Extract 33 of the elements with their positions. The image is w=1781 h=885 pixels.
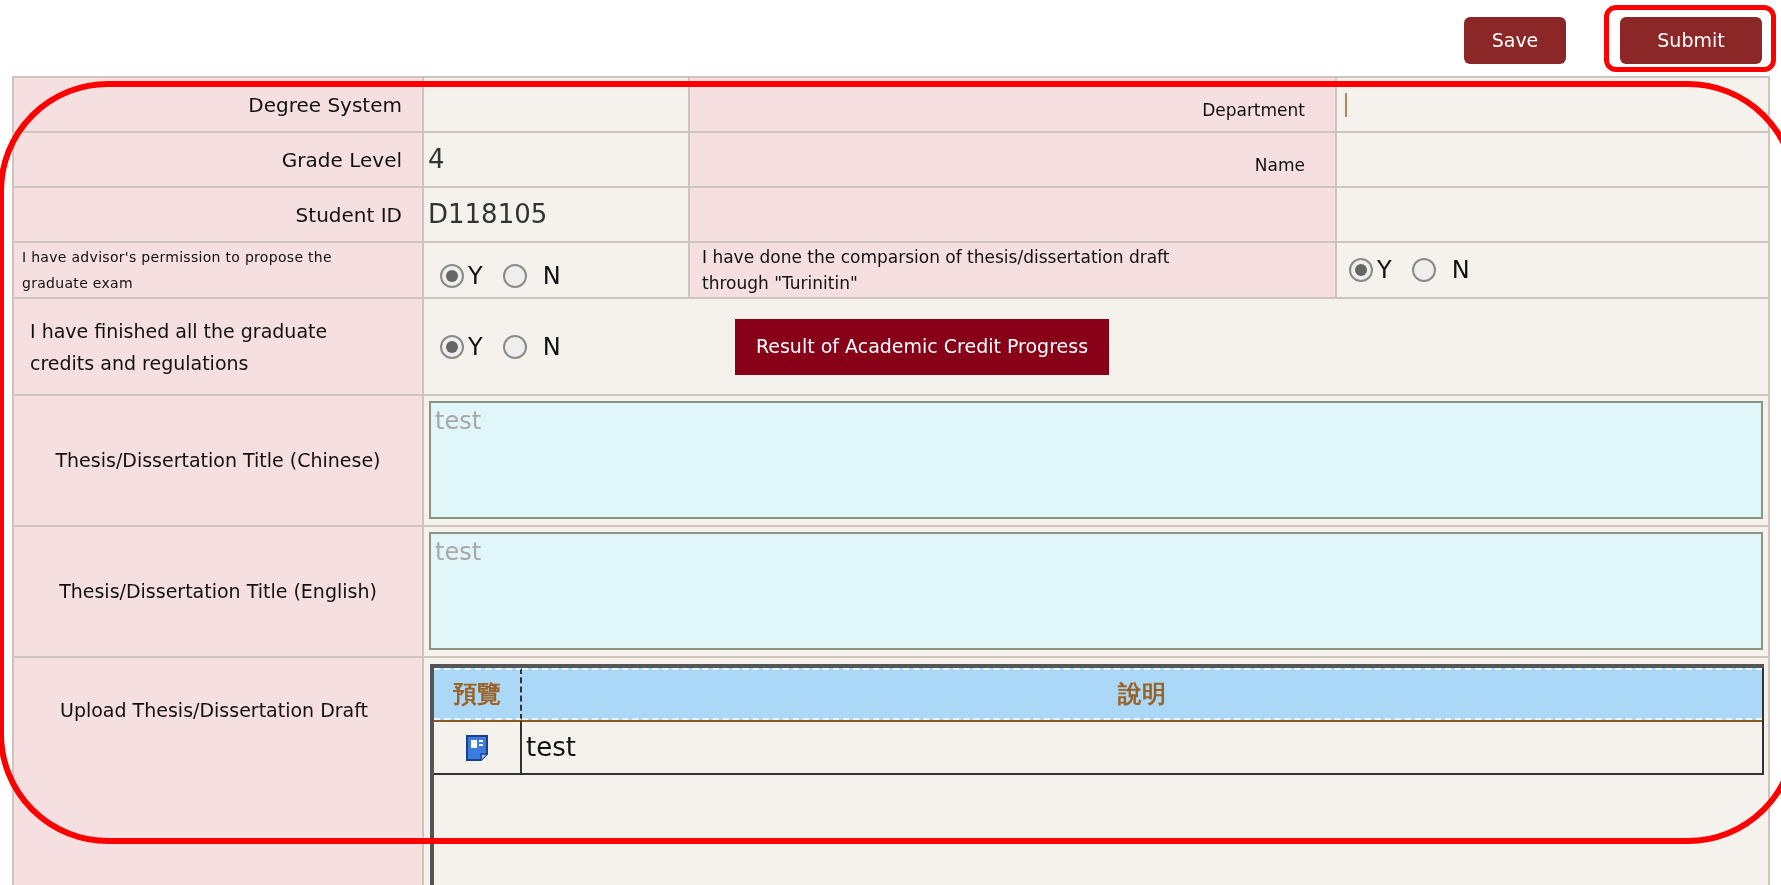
field-label: I have finished all the graduate credits and regulations xyxy=(30,318,329,376)
radio-button[interactable] xyxy=(1411,258,1436,282)
value-cell: D118105 xyxy=(424,188,690,243)
field-label: Grade Level xyxy=(281,146,402,174)
radio-button[interactable] xyxy=(502,334,527,359)
radio-option[interactable]: Y xyxy=(440,258,483,294)
field-label: I have done the comparsion of thesis/dissertation draft through "Turinitin" xyxy=(702,246,1171,295)
radio-option[interactable]: N xyxy=(502,328,561,365)
document-icon[interactable] xyxy=(465,733,489,762)
label-cell: Name xyxy=(690,133,1337,188)
title-field[interactable]: test xyxy=(429,532,1763,650)
save-button[interactable]: Save xyxy=(1464,17,1566,64)
submit-button[interactable]: Submit xyxy=(1620,17,1762,64)
radio-button[interactable] xyxy=(1349,258,1373,282)
column-header: 說明 xyxy=(522,668,1762,720)
credit-progress-button[interactable]: Result of Academic Credit Progress xyxy=(735,318,1109,375)
field-label: Thesis/Dissertation Title (Chinese) xyxy=(55,448,381,474)
column-header: 預覽 xyxy=(434,668,522,720)
field-label: Student ID xyxy=(295,201,402,229)
radio-option[interactable]: Y xyxy=(1349,252,1392,288)
title-field[interactable]: test xyxy=(429,401,1763,519)
radio-option[interactable]: N xyxy=(1411,252,1470,288)
radio-button[interactable] xyxy=(440,334,464,359)
radio-option[interactable]: N xyxy=(502,258,561,294)
radio-button[interactable] xyxy=(440,264,464,288)
field-label: Degree System xyxy=(248,91,402,119)
field-label: Upload Thesis/Dissertation Draft xyxy=(60,698,369,723)
value-cell: 4 xyxy=(424,133,690,188)
radio-option[interactable]: Y xyxy=(440,328,483,365)
radio-button[interactable] xyxy=(502,264,527,288)
field-label: Thesis/Dissertation Title (English) xyxy=(59,579,377,605)
file-description: test xyxy=(526,731,576,764)
field-label: I have advisor's permission to propose the graduate exam xyxy=(22,248,333,293)
